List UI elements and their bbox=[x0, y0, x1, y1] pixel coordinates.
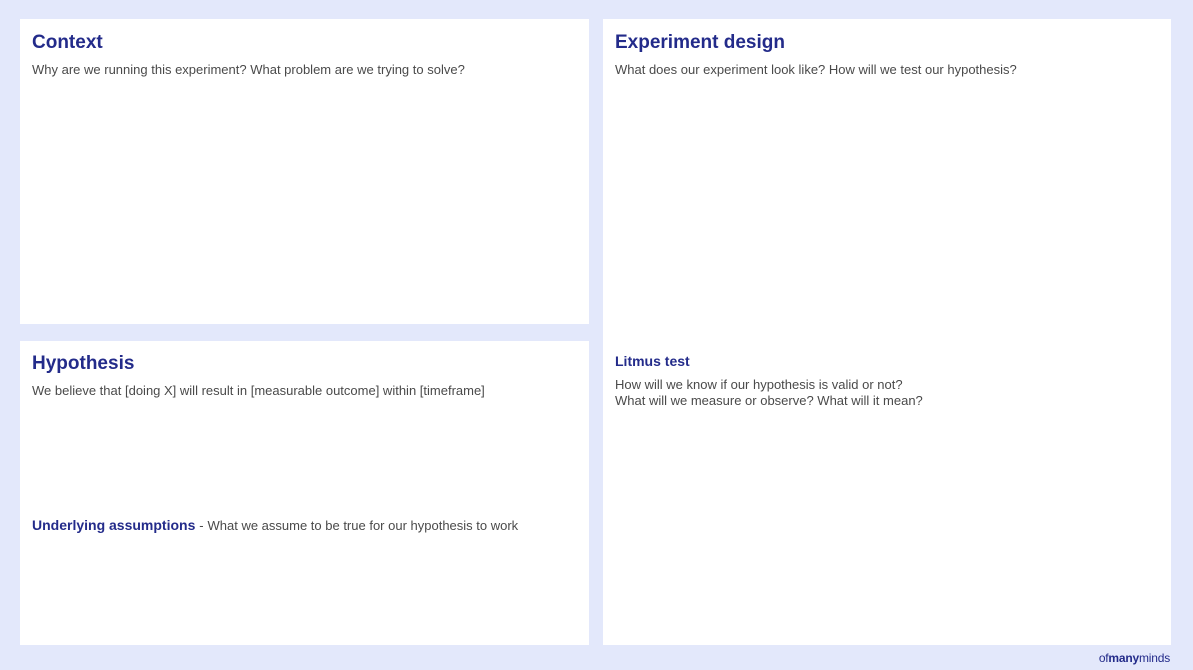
assumptions-separator: - bbox=[199, 518, 204, 533]
litmus-test-line-1: How will we know if our hypothesis is va… bbox=[615, 377, 903, 392]
experiment-design-title: Experiment design bbox=[615, 32, 785, 53]
hypothesis-panel: Hypothesis We believe that [doing X] wil… bbox=[20, 341, 589, 645]
hypothesis-description: We believe that [doing X] will result in… bbox=[32, 383, 485, 398]
litmus-test-title: Litmus test bbox=[615, 353, 690, 369]
brand-prefix: of bbox=[1098, 651, 1109, 665]
brand-logo: ofmanyminds bbox=[1099, 651, 1170, 665]
assumptions-title: Underlying assumptions bbox=[32, 517, 196, 533]
experiment-design-description: What does our experiment look like? How … bbox=[615, 62, 1017, 77]
brand-bold: many bbox=[1108, 651, 1139, 665]
experiment-design-panel: Experiment design What does our experime… bbox=[603, 19, 1171, 645]
assumptions-line: Underlying assumptions - What we assume … bbox=[32, 517, 518, 533]
context-panel: Context Why are we running this experime… bbox=[20, 19, 589, 324]
litmus-test-description: How will we know if our hypothesis is va… bbox=[615, 377, 923, 409]
brand-suffix: minds bbox=[1138, 651, 1170, 665]
litmus-test-line-2: What will we measure or observe? What wi… bbox=[615, 393, 923, 408]
assumptions-description: What we assume to be true for our hypoth… bbox=[207, 518, 519, 533]
context-description: Why are we running this experiment? What… bbox=[32, 62, 465, 77]
context-title: Context bbox=[32, 32, 103, 53]
hypothesis-title: Hypothesis bbox=[32, 353, 135, 374]
